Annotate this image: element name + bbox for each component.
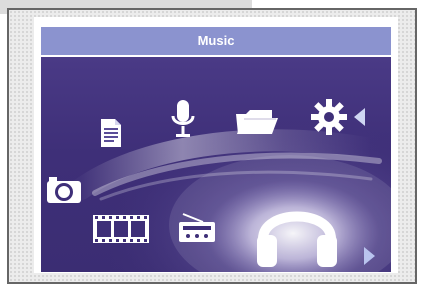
- next-arrow[interactable]: [364, 247, 375, 265]
- headphones-icon[interactable]: [251, 185, 343, 272]
- previous-arrow[interactable]: [354, 108, 365, 126]
- film-icon[interactable]: [93, 215, 149, 243]
- folder-icon[interactable]: [234, 106, 280, 136]
- gear-icon[interactable]: [309, 97, 349, 137]
- camera-icon[interactable]: [45, 175, 83, 205]
- device-screen: Music: [34, 17, 398, 273]
- microphone-icon[interactable]: [168, 98, 198, 140]
- radio-icon[interactable]: [177, 210, 217, 244]
- main-menu: [41, 57, 391, 272]
- document-icon[interactable]: [99, 117, 123, 149]
- screen-title: Music: [41, 27, 391, 55]
